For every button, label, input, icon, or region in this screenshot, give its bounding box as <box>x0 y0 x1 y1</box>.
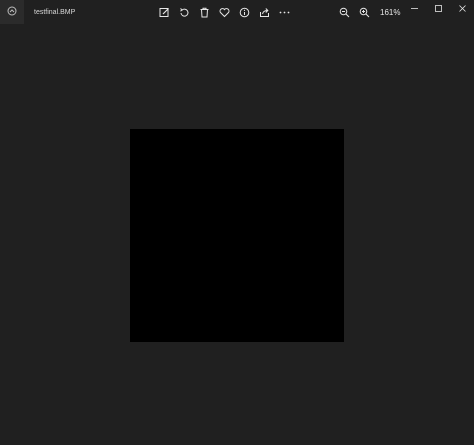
minimize-icon <box>410 0 419 18</box>
edit-image-icon <box>159 7 170 18</box>
minimize-button[interactable] <box>402 0 426 18</box>
file-info-button[interactable] <box>234 0 254 24</box>
zoom-in-button[interactable] <box>354 0 374 24</box>
more-options-button[interactable] <box>274 0 294 24</box>
delete-icon <box>199 7 210 18</box>
file-name-title: testfinal.BMP <box>34 8 76 16</box>
zoom-out-icon <box>339 7 350 18</box>
zoom-in-icon <box>359 7 370 18</box>
delete-button[interactable] <box>194 0 214 24</box>
maximize-button[interactable] <box>426 0 450 18</box>
maximize-icon <box>434 0 443 18</box>
edit-image-button[interactable] <box>154 0 174 24</box>
zoom-controls: 161% <box>334 0 400 24</box>
app-menu-button[interactable] <box>0 0 24 24</box>
close-icon <box>458 0 467 18</box>
rotate-button[interactable] <box>174 0 194 24</box>
rotate-icon <box>179 7 190 18</box>
more-icon <box>279 7 290 18</box>
zoom-out-button[interactable] <box>334 0 354 24</box>
close-button[interactable] <box>450 0 474 18</box>
favorite-button[interactable] <box>214 0 234 24</box>
favorite-icon <box>219 7 230 18</box>
window-controls <box>402 0 474 18</box>
share-icon <box>259 7 270 18</box>
image-canvas[interactable] <box>0 24 474 445</box>
share-button[interactable] <box>254 0 274 24</box>
toolbar <box>154 0 294 24</box>
photos-window: testfinal.BMP 161% <box>0 0 474 445</box>
info-icon <box>239 7 250 18</box>
displayed-image[interactable] <box>130 129 344 342</box>
photos-app-icon <box>7 3 17 21</box>
zoom-level[interactable]: 161% <box>380 8 400 17</box>
